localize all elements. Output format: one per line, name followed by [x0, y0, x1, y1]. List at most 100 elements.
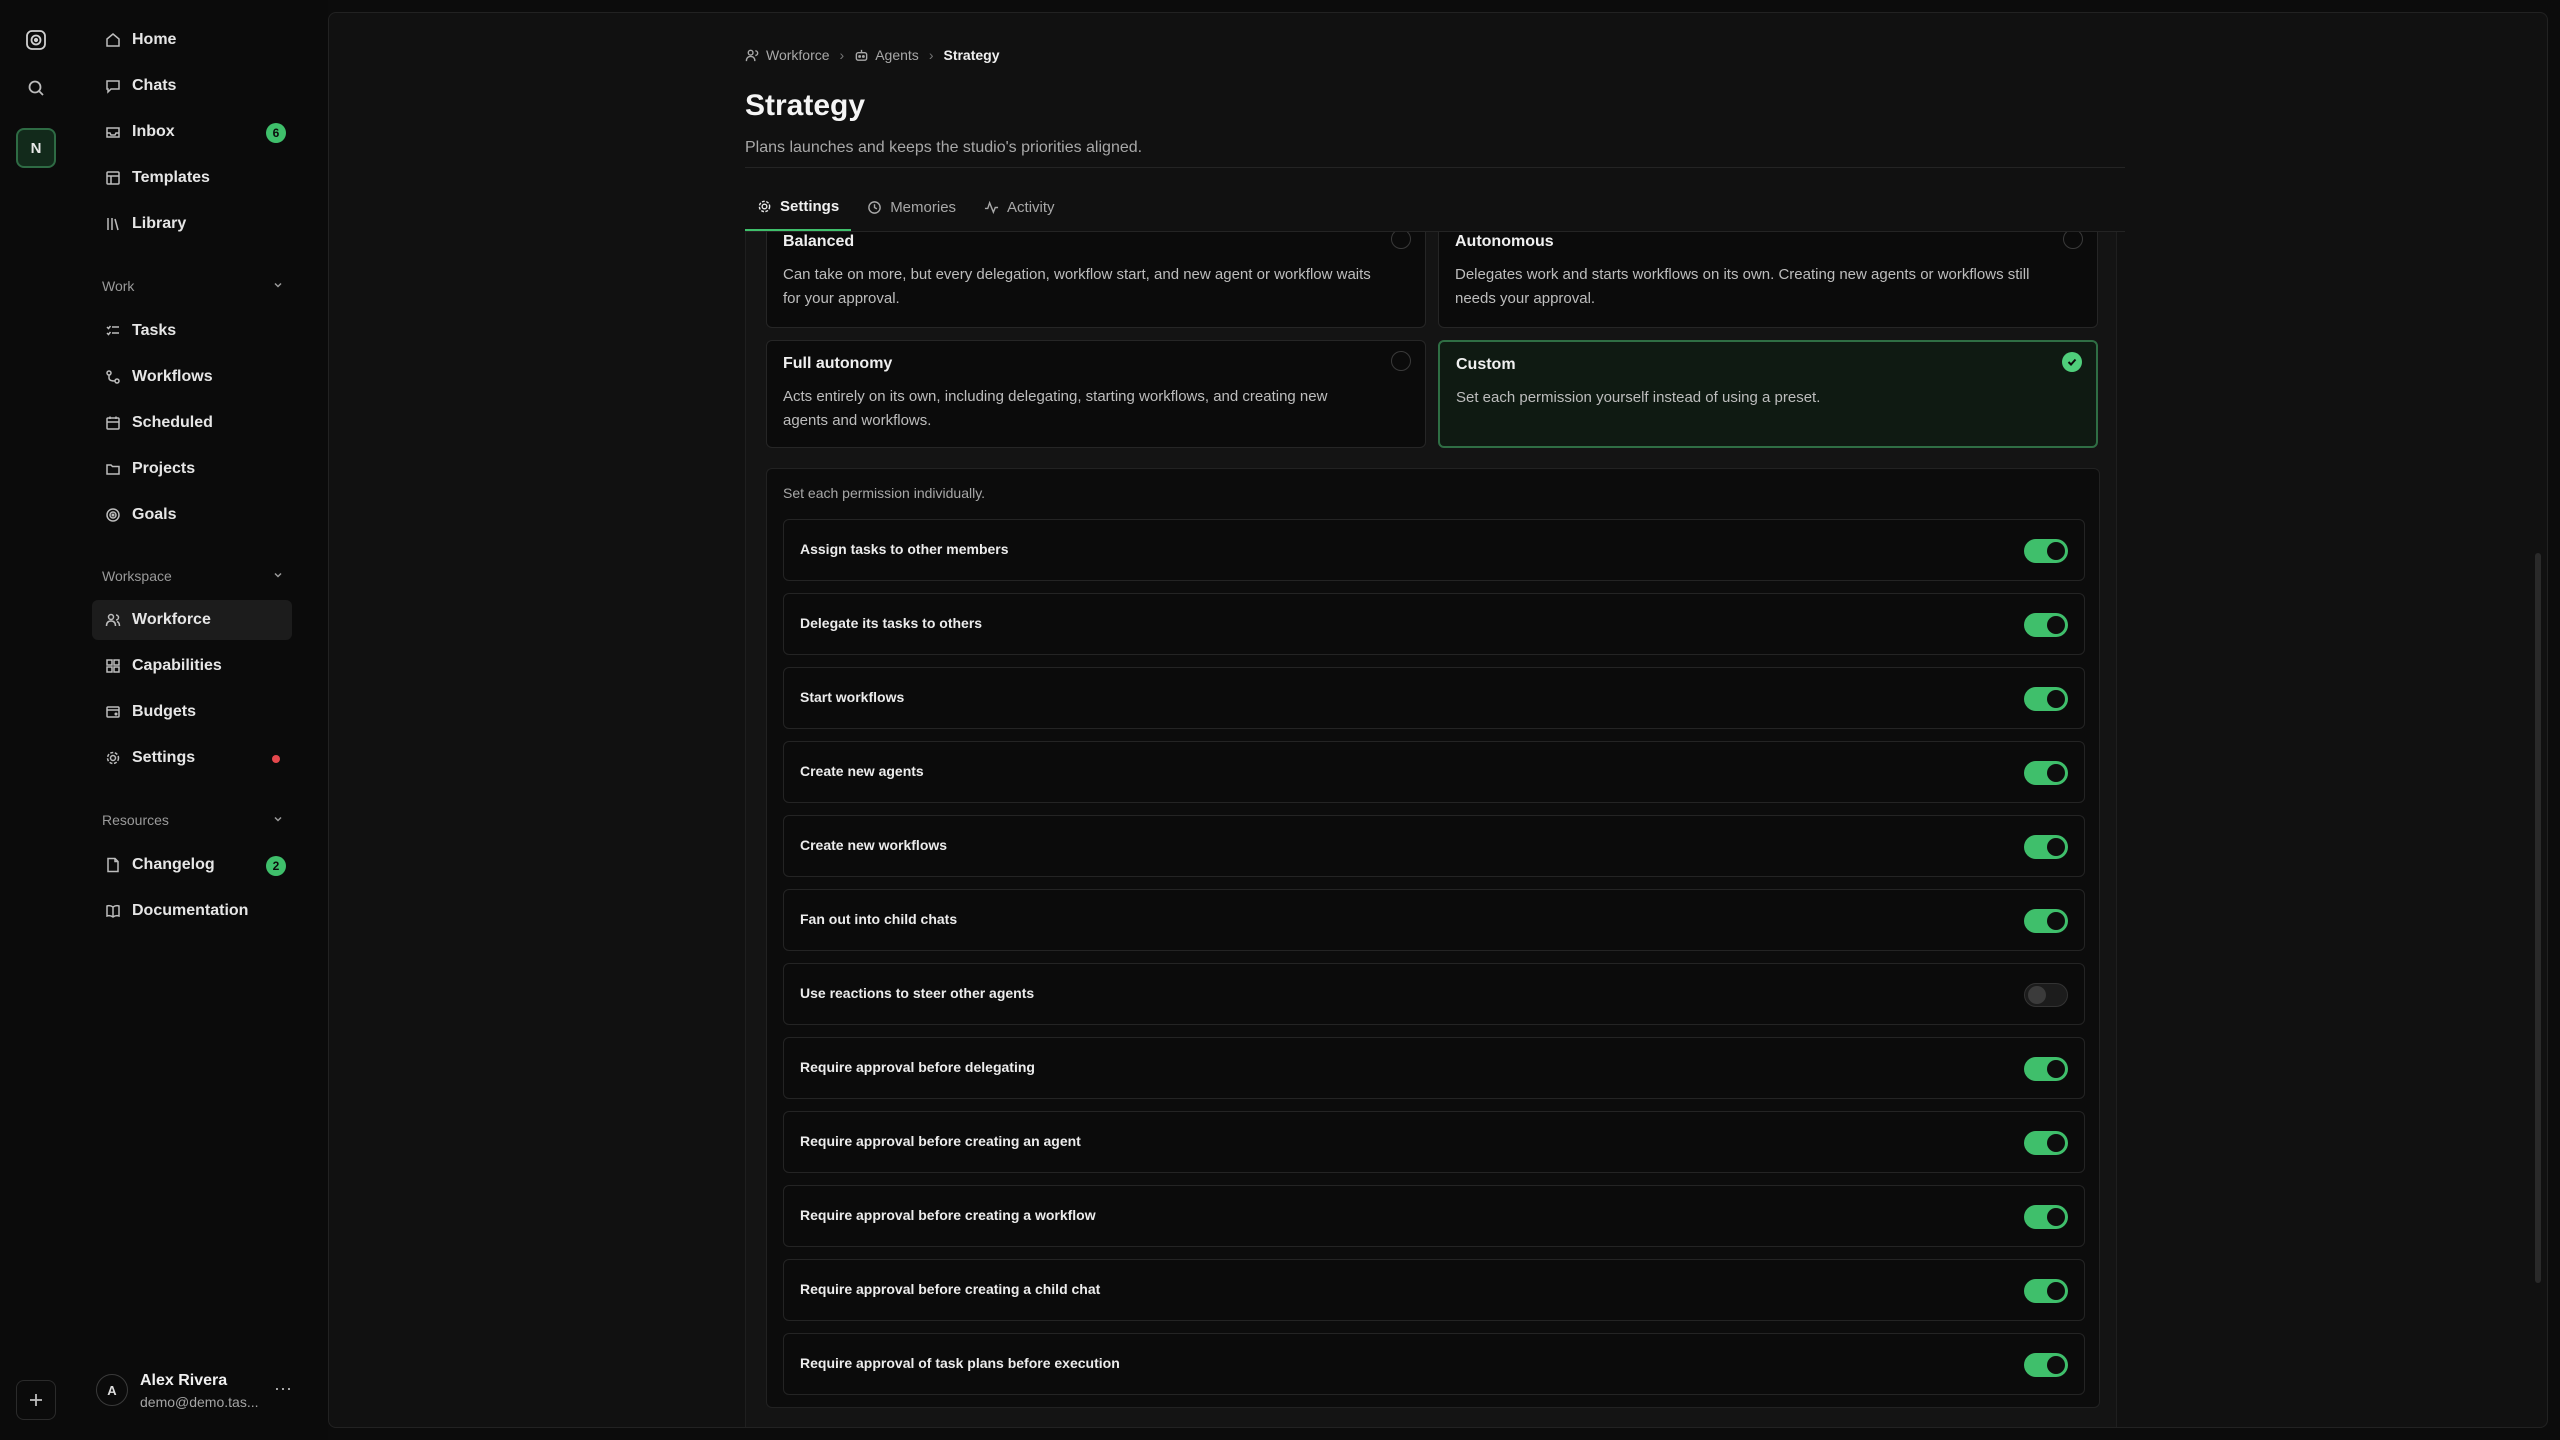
- plus-icon[interactable]: [16, 1380, 56, 1420]
- tab-memories[interactable]: Memories: [855, 183, 968, 231]
- preset-radio[interactable]: [1391, 351, 1411, 371]
- section-header-work[interactable]: Work: [102, 274, 284, 298]
- toggle-knob: [2047, 1134, 2065, 1152]
- permission-toggle[interactable]: [2024, 613, 2068, 637]
- sidebar-item-changelog[interactable]: Changelog 2: [92, 845, 292, 885]
- capabilities-icon: [104, 657, 122, 675]
- sidebar-item-templates[interactable]: Templates: [92, 158, 292, 198]
- sidebar-item-label: Capabilities: [132, 657, 222, 674]
- permission-toggle[interactable]: [2024, 1353, 2068, 1377]
- sidebar-item-home[interactable]: Home: [92, 20, 292, 60]
- chevron-down-icon: [272, 278, 284, 294]
- permission-toggle[interactable]: [2024, 983, 2068, 1007]
- permission-row: Require approval of task plans before ex…: [783, 1333, 2085, 1395]
- permission-row: Require approval before delegating: [783, 1037, 2085, 1099]
- sidebar-item-goals[interactable]: Goals: [92, 495, 292, 535]
- permissions-panel: Balanced Can take on more, but every del…: [745, 232, 2117, 1427]
- permission-toggle[interactable]: [2024, 1205, 2068, 1229]
- tab-activity[interactable]: Activity: [972, 183, 1067, 231]
- chevron-right-icon: ›: [928, 47, 934, 63]
- toggle-knob: [2047, 542, 2065, 560]
- breadcrumb: Workforce › Agents › Strategy: [745, 45, 1000, 65]
- logo-icon[interactable]: [16, 20, 56, 60]
- preset-custom[interactable]: Custom Set each permission yourself inst…: [1438, 340, 2098, 448]
- preset-balanced[interactable]: Balanced Can take on more, but every del…: [766, 232, 1426, 328]
- sidebar-item-workforce[interactable]: Workforce: [92, 600, 292, 640]
- sidebar-item-label: Inbox: [132, 123, 175, 140]
- sidebar-item-budgets[interactable]: Budgets: [92, 692, 292, 732]
- permission-toggle[interactable]: [2024, 1057, 2068, 1081]
- chevron-down-icon: [272, 568, 284, 584]
- inbox-icon: [104, 123, 122, 141]
- inbox-count-badge: 6: [266, 123, 286, 143]
- toggle-knob: [2047, 912, 2065, 930]
- header-divider: [745, 167, 2125, 168]
- toggle-knob: [2047, 1060, 2065, 1078]
- sidebar-item-capabilities[interactable]: Capabilities: [92, 646, 292, 686]
- tab-settings[interactable]: Settings: [745, 183, 852, 231]
- permission-row: Require approval before creating a child…: [783, 1259, 2085, 1321]
- settings-alert-dot: [272, 755, 280, 763]
- more-icon[interactable]: ···: [274, 1378, 292, 1399]
- permission-toggle[interactable]: [2024, 1131, 2068, 1155]
- section-header-resources[interactable]: Resources: [102, 808, 284, 832]
- permission-toggle[interactable]: [2024, 835, 2068, 859]
- toggle-knob: [2047, 1282, 2065, 1300]
- search-icon[interactable]: [16, 68, 56, 108]
- gear-icon: [104, 749, 122, 767]
- preset-full-autonomy[interactable]: Full autonomy Acts entirely on its own, …: [766, 340, 1426, 448]
- sidebar-item-library[interactable]: Library: [92, 204, 292, 244]
- user-name: Alex Rivera: [140, 1372, 228, 1389]
- avatar: A: [96, 1374, 128, 1406]
- preset-autonomous[interactable]: Autonomous Delegates work and starts wor…: [1438, 232, 2098, 328]
- gear-icon: [757, 199, 772, 214]
- scrollbar[interactable]: [2535, 553, 2541, 1283]
- permission-row: Delegate its tasks to others: [783, 593, 2085, 655]
- target-icon: [104, 506, 122, 524]
- sidebar-item-documentation[interactable]: Documentation: [92, 891, 292, 931]
- custom-hint: Set each permission individually.: [783, 485, 986, 501]
- sidebar-item-projects[interactable]: Projects: [92, 449, 292, 489]
- permission-toggle[interactable]: [2024, 909, 2068, 933]
- workspace-switcher[interactable]: N: [16, 128, 56, 168]
- permission-toggle[interactable]: [2024, 761, 2068, 785]
- sidebar-item-label: Tasks: [132, 322, 177, 339]
- sidebar-item-chats[interactable]: Chats: [92, 66, 292, 106]
- user-menu[interactable]: A Alex Rivera demo@demo.tas... ···: [96, 1366, 296, 1414]
- home-icon: [104, 31, 122, 49]
- sidebar-item-label: Documentation: [132, 902, 249, 919]
- check-icon[interactable]: [2062, 352, 2082, 372]
- sidebar-item-label: Goals: [132, 506, 177, 523]
- users-icon: [104, 611, 122, 629]
- sidebar-item-label: Changelog: [132, 856, 215, 873]
- permission-toggle[interactable]: [2024, 1279, 2068, 1303]
- chevron-right-icon: ›: [839, 47, 845, 63]
- main-panel: Workforce › Agents › Strategy Strategy P…: [328, 12, 2548, 1428]
- sidebar-item-label: Chats: [132, 77, 177, 94]
- sidebar-item-settings[interactable]: Settings: [92, 738, 292, 778]
- permission-row: Start workflows: [783, 667, 2085, 729]
- tasks-icon: [104, 322, 122, 340]
- sidebar-item-inbox[interactable]: Inbox 6: [92, 112, 292, 152]
- sidebar-item-workflows[interactable]: Workflows: [92, 357, 292, 397]
- sidebar-item-scheduled[interactable]: Scheduled: [92, 403, 292, 443]
- sidebar-item-label: Workforce: [132, 611, 211, 628]
- toggle-knob: [2047, 1356, 2065, 1374]
- breadcrumb-current: Strategy: [943, 47, 1000, 63]
- permission-row: Assign tasks to other members: [783, 519, 2085, 581]
- sidebar-item-tasks[interactable]: Tasks: [92, 311, 292, 351]
- settings-scroll-area[interactable]: Balanced Can take on more, but every del…: [745, 232, 2125, 1427]
- agent-settings-page: Workforce › Agents › Strategy Strategy P…: [745, 13, 2125, 1427]
- permission-toggle[interactable]: [2024, 687, 2068, 711]
- sidebar-item-label: Home: [132, 31, 177, 48]
- permission-row: Fan out into child chats: [783, 889, 2085, 951]
- chat-icon: [104, 77, 122, 95]
- breadcrumb-workforce[interactable]: Workforce: [766, 47, 830, 63]
- section-header-workspace[interactable]: Workspace: [102, 564, 284, 588]
- tab-bar: Settings Memories Activity: [745, 183, 1071, 231]
- permission-toggle[interactable]: [2024, 539, 2068, 563]
- sidebar-item-label: Budgets: [132, 703, 196, 720]
- breadcrumb-agents[interactable]: Agents: [875, 47, 919, 63]
- user-email: demo@demo.tas...: [140, 1394, 259, 1410]
- permission-row: Create new agents: [783, 741, 2085, 803]
